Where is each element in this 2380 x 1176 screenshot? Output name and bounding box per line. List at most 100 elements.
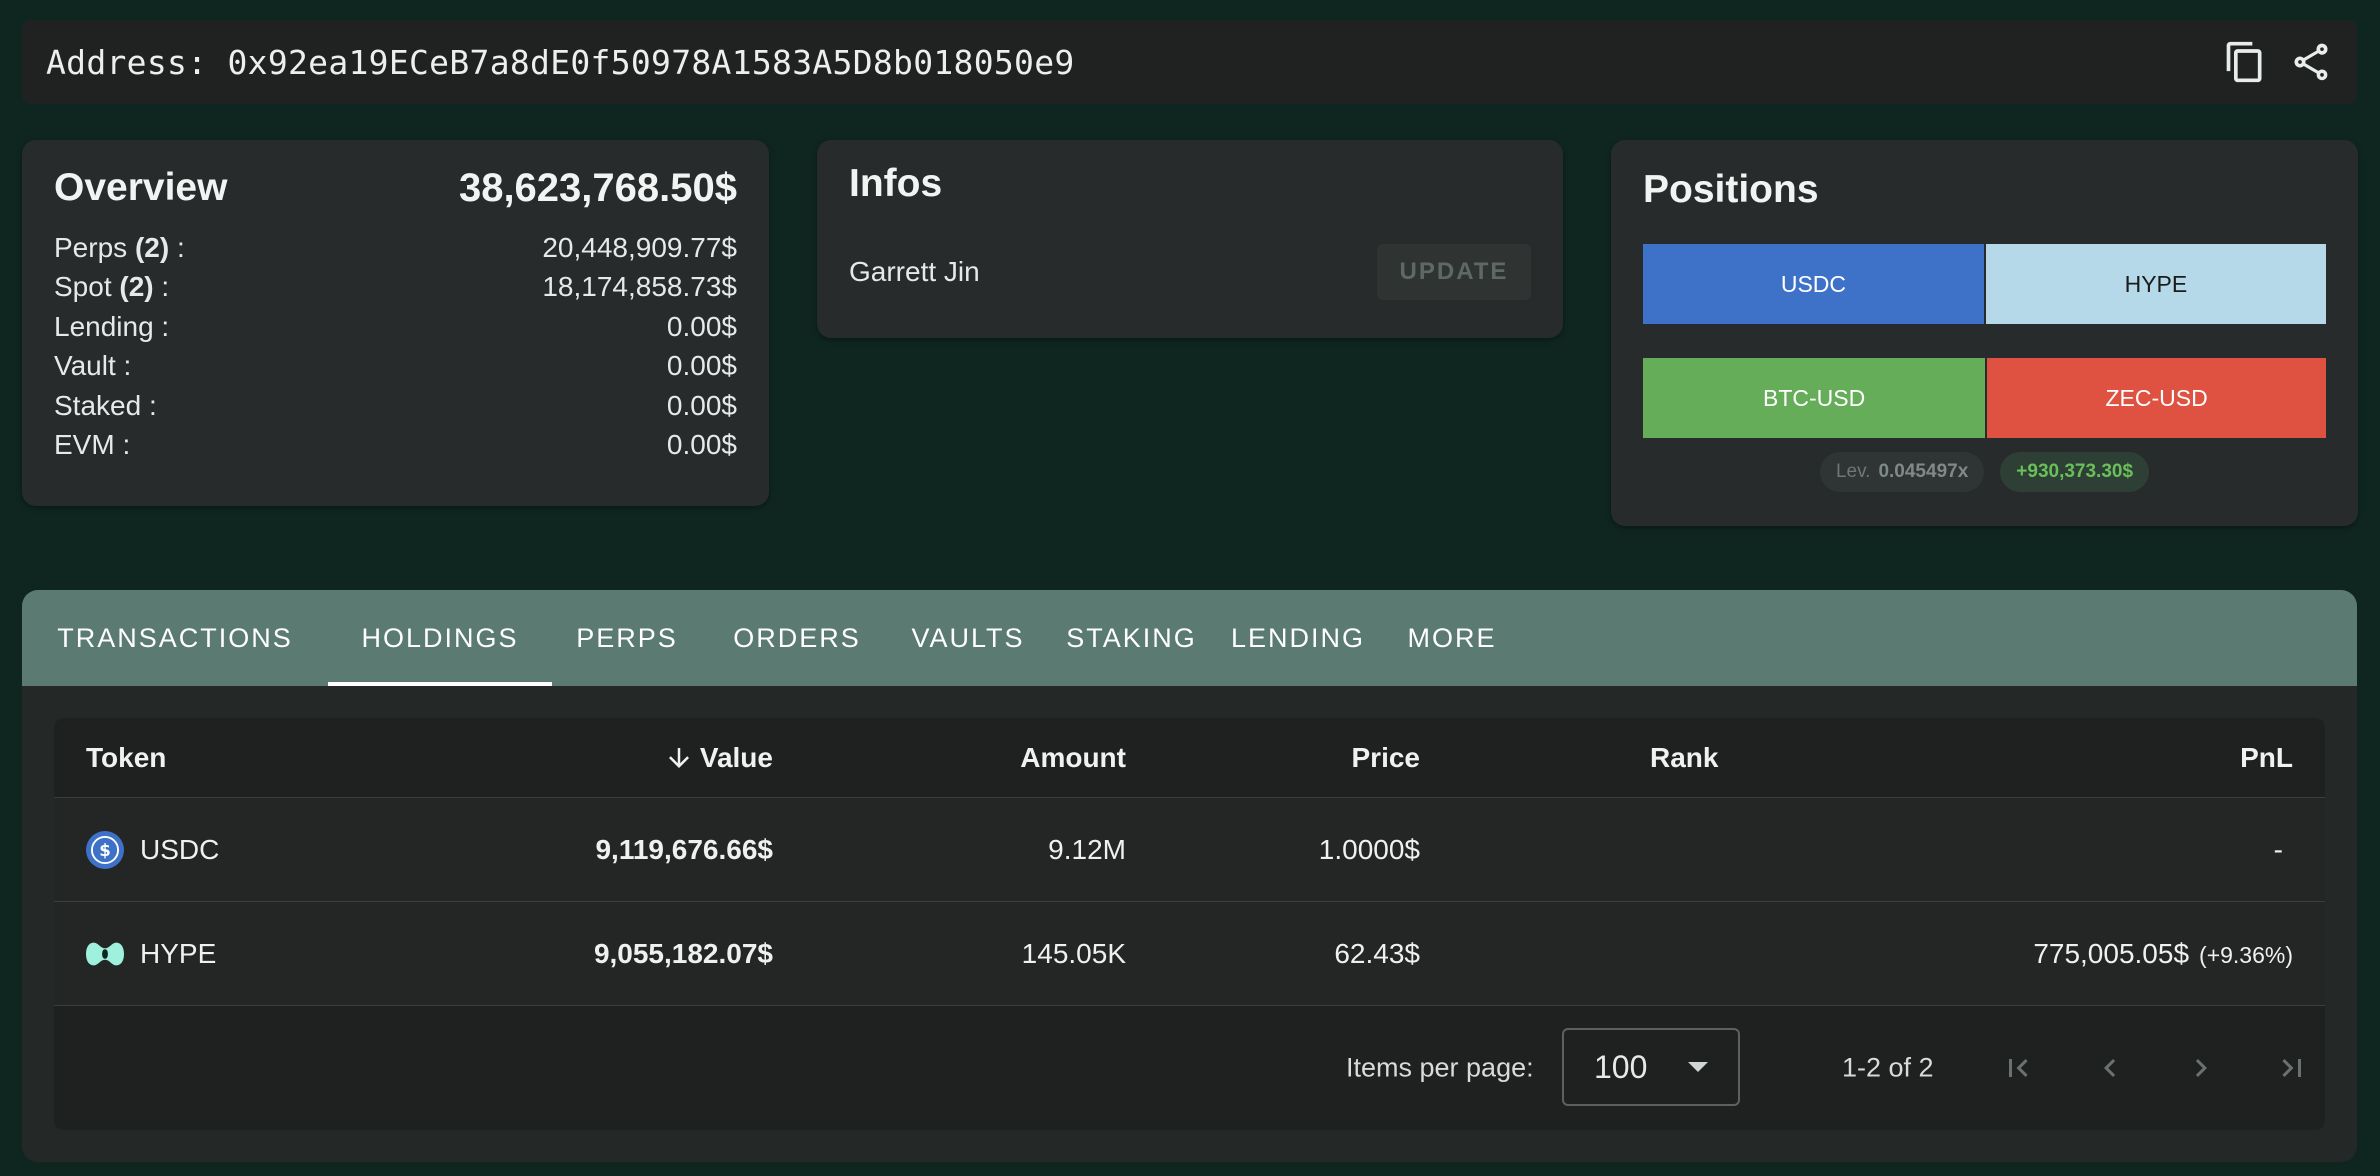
positions-chips: Lev. 0.045497x +930,373.30$: [1611, 452, 2358, 492]
overview-row-name: Lending :: [54, 310, 170, 342]
share-icon[interactable]: [2289, 40, 2333, 84]
overview-row-name: EVM :: [54, 429, 131, 461]
tab-perps[interactable]: PERPS: [552, 590, 702, 686]
infos-card: Infos Garrett Jin UPDATE: [817, 140, 1563, 338]
overview-row: Perps (2) : 20,448,909.77$: [54, 228, 737, 268]
address-text: Address: 0x92ea19ECeB7a8dE0f50978A1583A5…: [46, 42, 1075, 82]
tab-lending[interactable]: LENDING: [1219, 590, 1377, 686]
token-cell: HYPE: [86, 935, 216, 973]
tab-holdings[interactable]: HOLDINGS: [328, 590, 552, 686]
leverage-value: 0.045497x: [1878, 461, 1969, 482]
overview-row-name: Staked :: [54, 389, 157, 421]
overview-header: Overview 38,623,768.50$: [54, 162, 737, 214]
price-cell: 62.43$: [1334, 937, 1420, 969]
pnl-cell: -: [2274, 834, 2293, 866]
value-cell: 9,119,676.66$: [595, 833, 773, 865]
overview-row-suffix: :: [153, 271, 170, 303]
overview-row: EVM : 0.00$: [54, 426, 737, 466]
overview-row-label: EVM :: [54, 429, 130, 461]
positions-row-spot: USDC HYPE: [1643, 244, 2326, 324]
tab-orders[interactable]: ORDERS: [702, 590, 892, 686]
position-btc-usd-tile[interactable]: BTC-USD: [1643, 358, 1988, 438]
overview-row-name: Spot: [54, 271, 120, 303]
infos-name: Garrett Jin: [849, 256, 980, 287]
pnl-chip: +930,373.30$: [2000, 452, 2150, 492]
position-hype-tile[interactable]: HYPE: [1985, 244, 2326, 324]
overview-row-label: Staked :: [54, 390, 157, 422]
infos-row: Garrett Jin UPDATE: [849, 244, 1531, 300]
page-range-label: 1-2 of 2: [1842, 1052, 1934, 1083]
positions-card: Positions USDC HYPE BTC-USD ZEC-USD Lev. 0…: [1611, 140, 2358, 526]
sort-arrow-down-icon: [668, 747, 689, 768]
table-row[interactable]: HYPE 9,055,182.07$ 145.05K 62.43$ 775,00…: [54, 902, 2325, 1006]
position-usdc-tile[interactable]: USDC: [1643, 244, 1986, 324]
overview-card: Overview 38,623,768.50$ Perps (2) : 20,44…: [22, 140, 769, 506]
table-body: $ USDC 9,119,676.66$ 9.12M 1.0000$ - HYP…: [54, 798, 2325, 1006]
previous-page-icon[interactable]: [2090, 1048, 2130, 1088]
overview-row-label: Perps (2) :: [54, 232, 185, 264]
overview-row-name: Perps: [54, 231, 135, 263]
header-amount[interactable]: Amount: [1020, 742, 1126, 774]
overview-row-label: Spot (2) :: [54, 271, 169, 303]
table-row[interactable]: $ USDC 9,119,676.66$ 9.12M 1.0000$ -: [54, 798, 2325, 902]
tab-bar: TRANSACTIONS HOLDINGS PERPS ORDERS VAULTS STA…: [22, 590, 2357, 686]
overview-row-count: (2): [134, 231, 170, 263]
positions-title: Positions: [1643, 168, 1819, 211]
overview-row-value: 0.00$: [666, 429, 737, 461]
next-page-icon[interactable]: [2181, 1048, 2221, 1088]
paginator: Items per page: 100 1-2 of 2: [54, 1006, 2325, 1130]
overview-title: Overview: [54, 166, 228, 209]
overview-row-value: 18,174,858.73$: [542, 271, 737, 303]
header-rank[interactable]: Rank: [1650, 742, 1718, 774]
header-price[interactable]: Price: [1352, 742, 1421, 774]
tab-more[interactable]: MORE: [1377, 590, 1527, 686]
first-page-icon[interactable]: [1998, 1048, 2038, 1088]
items-per-page-label: Items per page:: [1346, 1052, 1534, 1083]
positions-row-perps: BTC-USD ZEC-USD: [1643, 358, 2326, 438]
holdings-panel: TRANSACTIONS HOLDINGS PERPS ORDERS VAULTS STA…: [22, 590, 2357, 1162]
header-value-label: Value: [699, 741, 773, 773]
svg-text:$: $: [99, 840, 111, 859]
leverage-label: Lev.: [1835, 461, 1871, 482]
overview-total: 38,623,768.50$: [458, 165, 737, 210]
token-cell: $ USDC: [86, 830, 220, 869]
address-bar: Address: 0x92ea19ECeB7a8dE0f50978A1583A5…: [22, 20, 2357, 104]
page-size-select[interactable]: 100: [1562, 1028, 1740, 1106]
tab-transactions[interactable]: TRANSACTIONS: [22, 590, 328, 686]
pnl-percent: (+9.36%): [2199, 941, 2293, 968]
overview-rows: Perps (2) : 20,448,909.77$ Spot (2) : 18,17…: [54, 228, 737, 465]
copy-icon[interactable]: [2223, 40, 2267, 84]
page-size-value: 100: [1594, 1048, 1648, 1085]
header-value[interactable]: Value: [664, 742, 773, 774]
tab-staking[interactable]: STAKING: [1044, 590, 1219, 686]
update-button[interactable]: UPDATE: [1377, 244, 1531, 300]
amount-cell: 9.12M: [1048, 833, 1126, 865]
overview-row-name: Vault :: [54, 350, 132, 382]
position-zec-usd-tile[interactable]: ZEC-USD: [1987, 358, 2326, 438]
header-token[interactable]: Token: [86, 742, 166, 774]
pnl-cell: 775,005.05$ (+9.36%): [2033, 938, 2293, 970]
tab-vaults[interactable]: VAULTS: [892, 590, 1044, 686]
overview-row-value: 20,448,909.77$: [542, 231, 737, 263]
pnl-value: -: [2273, 833, 2283, 865]
token-name: HYPE: [140, 937, 217, 969]
overview-row-label: Vault :: [54, 350, 131, 382]
overview-row-count: (2): [119, 271, 154, 303]
price-cell: 1.0000$: [1318, 833, 1420, 865]
overview-row-suffix: :: [169, 231, 185, 263]
pnl-value: 775,005.05$: [2033, 937, 2190, 969]
overview-row: Vault : 0.00$: [54, 347, 737, 387]
header-pnl[interactable]: PnL: [2240, 742, 2293, 774]
address-actions: [2223, 40, 2333, 84]
overview-row: Lending : 0.00$: [54, 307, 737, 347]
leverage-chip: Lev. 0.045497x: [1819, 452, 1985, 492]
token-name: USDC: [140, 833, 220, 865]
usdc-icon: $: [86, 830, 124, 869]
overview-row-value: 0.00$: [666, 310, 737, 342]
last-page-icon[interactable]: [2272, 1048, 2312, 1088]
table-header: Token Value Amount Price Rank PnL: [54, 718, 2325, 798]
overview-row: Spot (2) : 18,174,858.73$: [54, 268, 737, 308]
chevron-down-icon: [1688, 1062, 1708, 1072]
value-cell: 9,055,182.07$: [593, 937, 773, 969]
positions-treemap: USDC HYPE BTC-USD ZEC-USD: [1643, 244, 2326, 438]
